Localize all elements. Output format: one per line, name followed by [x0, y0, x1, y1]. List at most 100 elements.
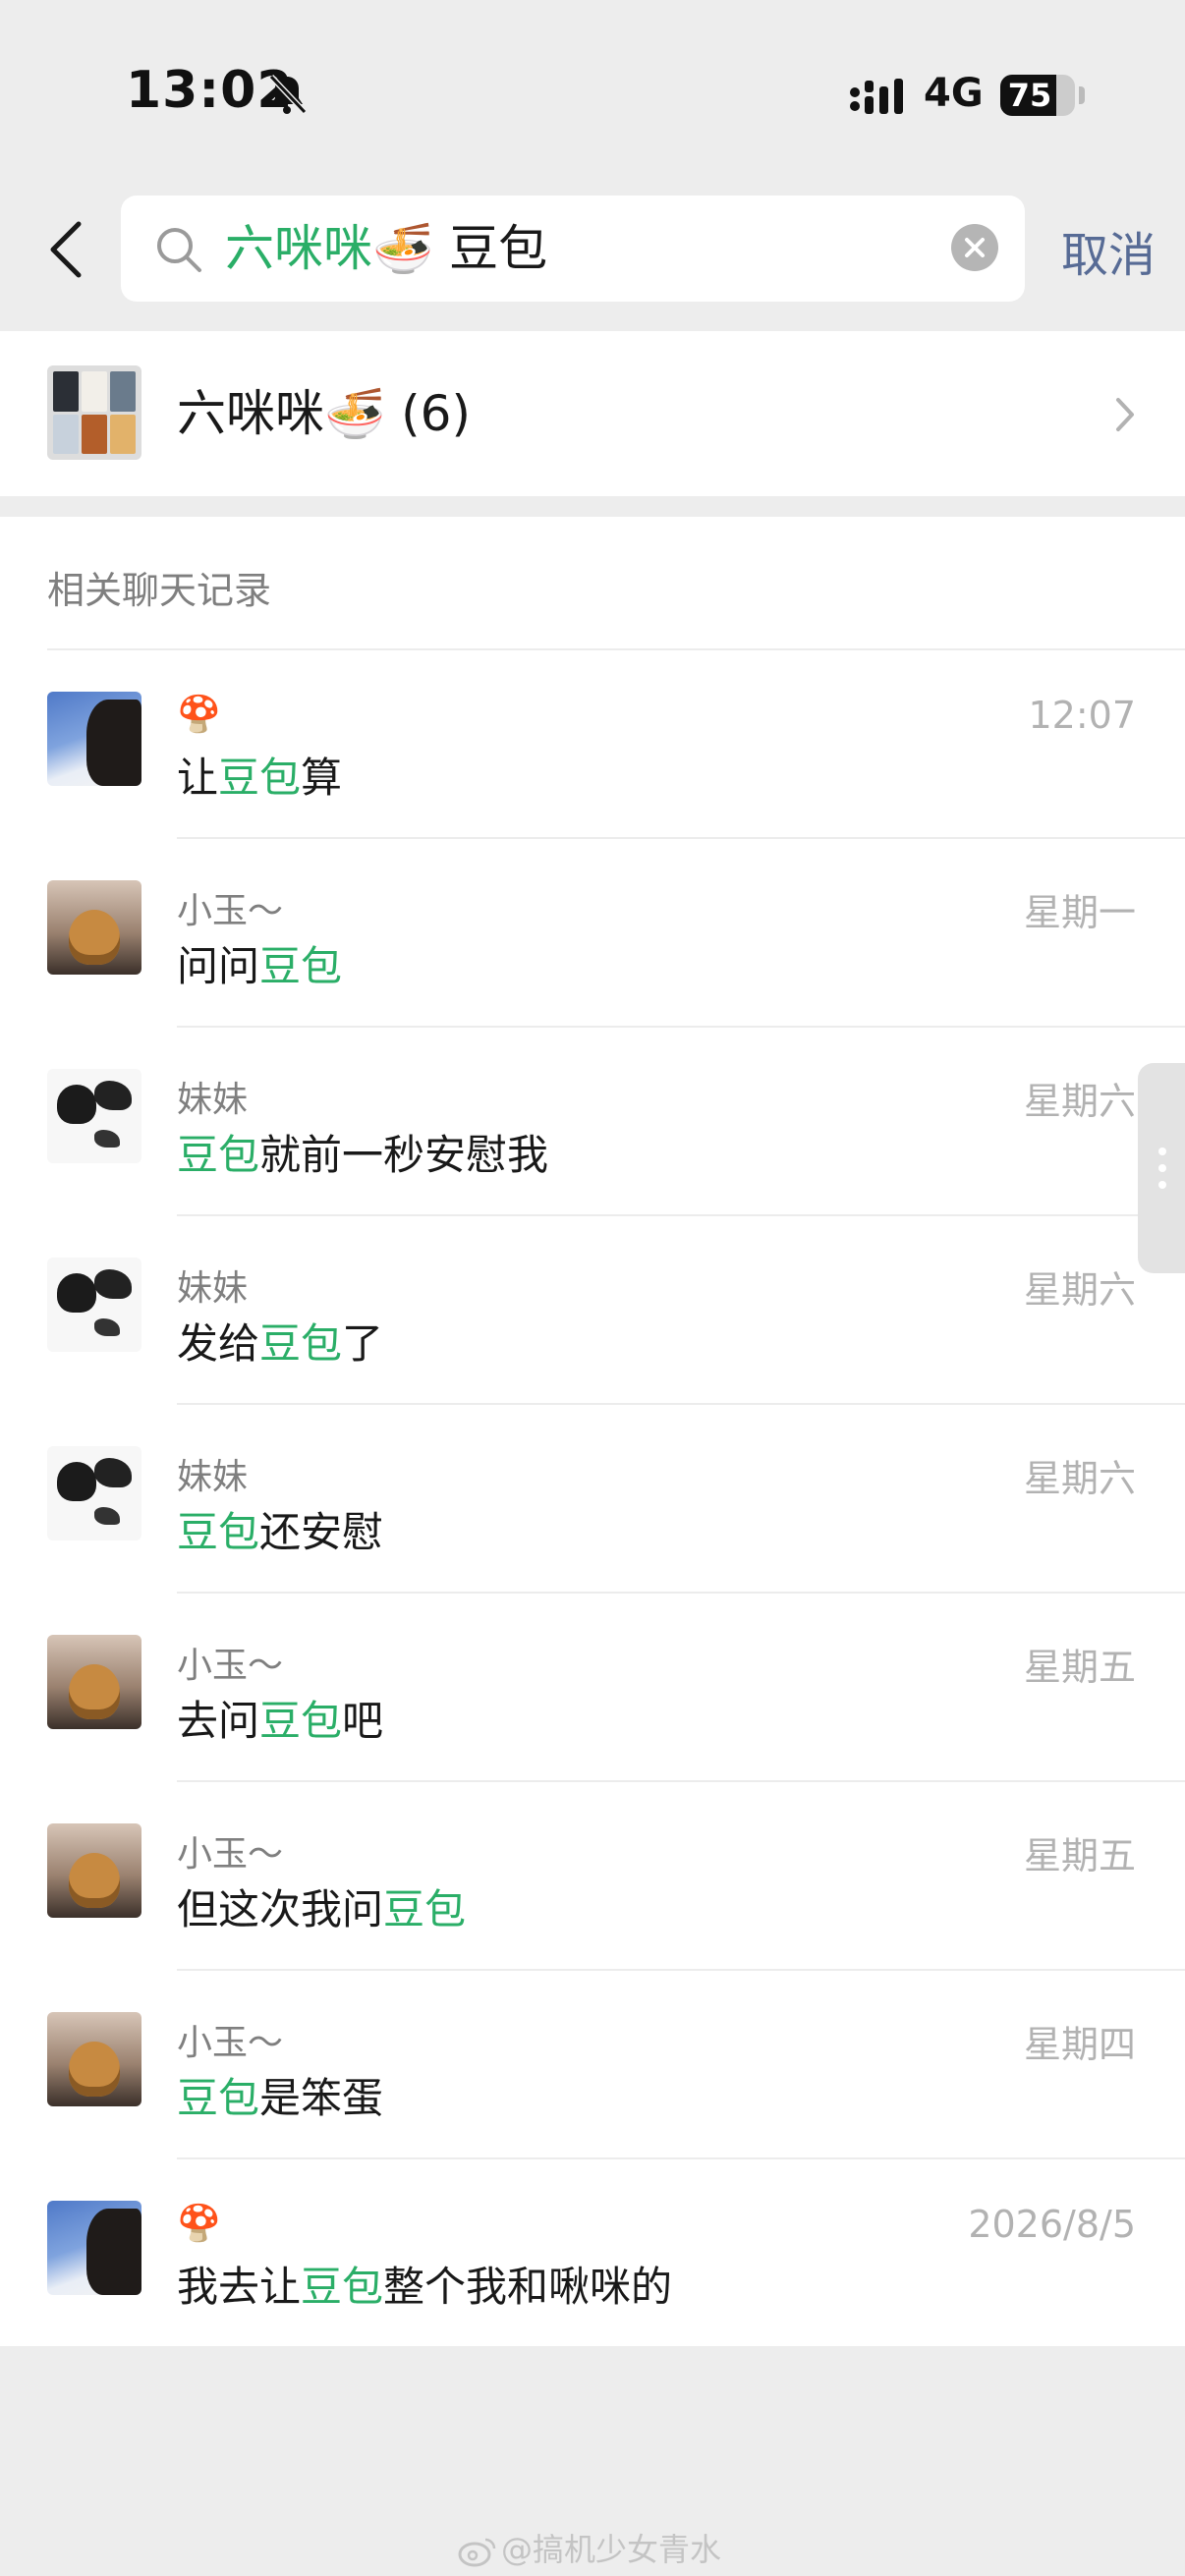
group-member-count: (6): [401, 385, 471, 442]
message-snippet: 发给豆包了: [177, 1316, 383, 1372]
keyword-highlight: 豆包: [177, 2074, 260, 2122]
message-time: 星期六: [1023, 1080, 1136, 1123]
avatar: [47, 2012, 141, 2106]
avatar: [47, 1635, 141, 1729]
avatar: [47, 1258, 141, 1352]
chat-record-row[interactable]: 小玉～ 星期一问问豆包: [0, 839, 1185, 1028]
sender-name: 🍄: [177, 2204, 221, 2244]
cancel-button[interactable]: 取消: [1061, 216, 1156, 285]
group-avatar-tile: [82, 371, 107, 412]
keyword-highlight: 豆包: [259, 1697, 343, 1745]
result-list: 🍄 12:07 让豆包算 小玉～ 星期一 问问豆包 妹妹 星期六 豆包就前一秒安慰我 妹妹 星期六发…: [0, 650, 1185, 2348]
handle-dot: [1158, 1181, 1166, 1189]
keyword-highlight: 豆包: [301, 2263, 384, 2311]
message-text: 了: [342, 1319, 384, 1368]
weibo-icon: [458, 2538, 496, 2567]
message-text: 发给: [177, 1319, 260, 1368]
section-title: 相关聊天记录: [47, 569, 272, 612]
avatar: [47, 2201, 141, 2295]
sender-name: 🍄: [177, 695, 221, 735]
message-text: 算: [301, 754, 343, 802]
search-query: 六咪咪🍜 豆包: [225, 217, 547, 280]
message-text: 问问: [177, 942, 260, 990]
keyword-highlight: 豆包: [259, 942, 343, 990]
battery-text: 75: [1007, 77, 1052, 114]
group-name: 六咪咪🍜 (6): [177, 382, 471, 445]
chat-record-row[interactable]: 妹妹 星期六发给豆包了: [0, 1216, 1185, 1405]
message-time: 星期五: [1023, 1646, 1136, 1689]
sender-name: 小玉～: [177, 2023, 284, 2063]
message-snippet: 问问豆包: [177, 939, 342, 994]
group-avatar-tile: [110, 414, 136, 454]
handle-dot: [1158, 1164, 1166, 1172]
group-name-text: 六咪咪🍜: [177, 385, 386, 442]
keyword-highlight: 豆包: [383, 1885, 467, 1933]
avatar: [47, 692, 141, 786]
avatar: [47, 1069, 141, 1163]
back-icon[interactable]: [39, 214, 94, 285]
search-query-group: 六咪咪🍜: [225, 220, 434, 277]
chat-record-row[interactable]: 妹妹 星期六豆包还安慰: [0, 1405, 1185, 1594]
handle-dot: [1158, 1148, 1166, 1155]
message-snippet: 我去让豆包整个我和啾咪的: [177, 2260, 672, 2315]
message-text: 整个我和啾咪的: [383, 2263, 673, 2311]
chat-record-row[interactable]: 小玉～ 星期四豆包是笨蛋: [0, 1971, 1185, 2159]
related-chat-records: 相关聊天记录 🍄 12:07 让豆包算 小玉～ 星期一 问问豆包 妹妹 星期六 豆包就前一秒安慰…: [0, 517, 1185, 2346]
message-text: 我去让: [177, 2263, 302, 2311]
chat-record-row[interactable]: 小玉～ 星期五去问豆包吧: [0, 1594, 1185, 1782]
message-snippet: 豆包是笨蛋: [177, 2071, 383, 2126]
search-query-keyword: 豆包: [449, 220, 548, 277]
group-avatar-tile: [53, 414, 79, 454]
group-avatar: [47, 365, 141, 460]
network-label: 4G: [924, 71, 984, 116]
search-icon: [157, 228, 201, 272]
keyword-highlight: 豆包: [259, 1319, 343, 1368]
side-drag-handle[interactable]: [1138, 1063, 1185, 1273]
group-avatar-tile: [53, 371, 79, 412]
message-time: 星期六: [1023, 1457, 1136, 1500]
chat-record-row[interactable]: 🍄 2026/8/5 我去让豆包整个我和啾咪的: [0, 2159, 1185, 2348]
message-text: 去问: [177, 1697, 260, 1745]
sender-name: 小玉～: [177, 1646, 284, 1686]
keyword-highlight: 豆包: [177, 1131, 260, 1179]
message-time: 星期四: [1023, 2023, 1136, 2066]
sender-name: 妹妹: [177, 1268, 249, 1309]
message-snippet: 豆包还安慰: [177, 1505, 383, 1560]
message-snippet: 去问豆包吧: [177, 1694, 383, 1749]
avatar: [47, 880, 141, 975]
signal-icon: [850, 79, 903, 114]
message-text: 让: [177, 754, 219, 802]
search-input[interactable]: 六咪咪🍜 豆包: [121, 196, 1025, 302]
clear-icon[interactable]: [950, 223, 999, 272]
group-avatar-tile: [110, 371, 136, 412]
message-text: 但这次我问: [177, 1885, 384, 1933]
battery-indicator: 75: [1000, 75, 1075, 116]
message-time: 星期六: [1023, 1268, 1136, 1312]
message-time: 星期五: [1023, 1834, 1136, 1877]
sender-name: 妹妹: [177, 1080, 249, 1120]
message-text: 还安慰: [259, 1508, 384, 1556]
keyword-highlight: 豆包: [177, 1508, 260, 1556]
chat-record-row[interactable]: 妹妹 星期六豆包就前一秒安慰我: [0, 1028, 1185, 1216]
chevron-right-icon: [1116, 398, 1134, 431]
group-result-row[interactable]: 六咪咪🍜 (6): [0, 331, 1185, 496]
group-avatar-tile: [82, 414, 107, 454]
message-snippet: 让豆包算: [177, 751, 342, 806]
message-time: 2026/8/5: [968, 2203, 1136, 2246]
sender-name: 小玉～: [177, 891, 284, 931]
avatar: [47, 1823, 141, 1918]
status-bar: 13:02 4G 75: [0, 0, 1185, 187]
message-time: 星期一: [1023, 891, 1136, 934]
watermark: @搞机少女青水: [458, 2525, 721, 2570]
sender-name: 妹妹: [177, 1457, 249, 1497]
message-snippet: 豆包就前一秒安慰我: [177, 1128, 548, 1183]
message-text: 就前一秒安慰我: [259, 1131, 549, 1179]
message-text: 是笨蛋: [259, 2074, 384, 2122]
message-text: 吧: [342, 1697, 384, 1745]
keyword-highlight: 豆包: [218, 754, 302, 802]
message-snippet: 但这次我问豆包: [177, 1882, 466, 1937]
message-time: 12:07: [1028, 694, 1136, 737]
chat-record-row[interactable]: 小玉～ 星期五 但这次我问豆包: [0, 1782, 1185, 1971]
avatar: [47, 1446, 141, 1540]
chat-record-row[interactable]: 🍄 12:07 让豆包算: [0, 650, 1185, 839]
